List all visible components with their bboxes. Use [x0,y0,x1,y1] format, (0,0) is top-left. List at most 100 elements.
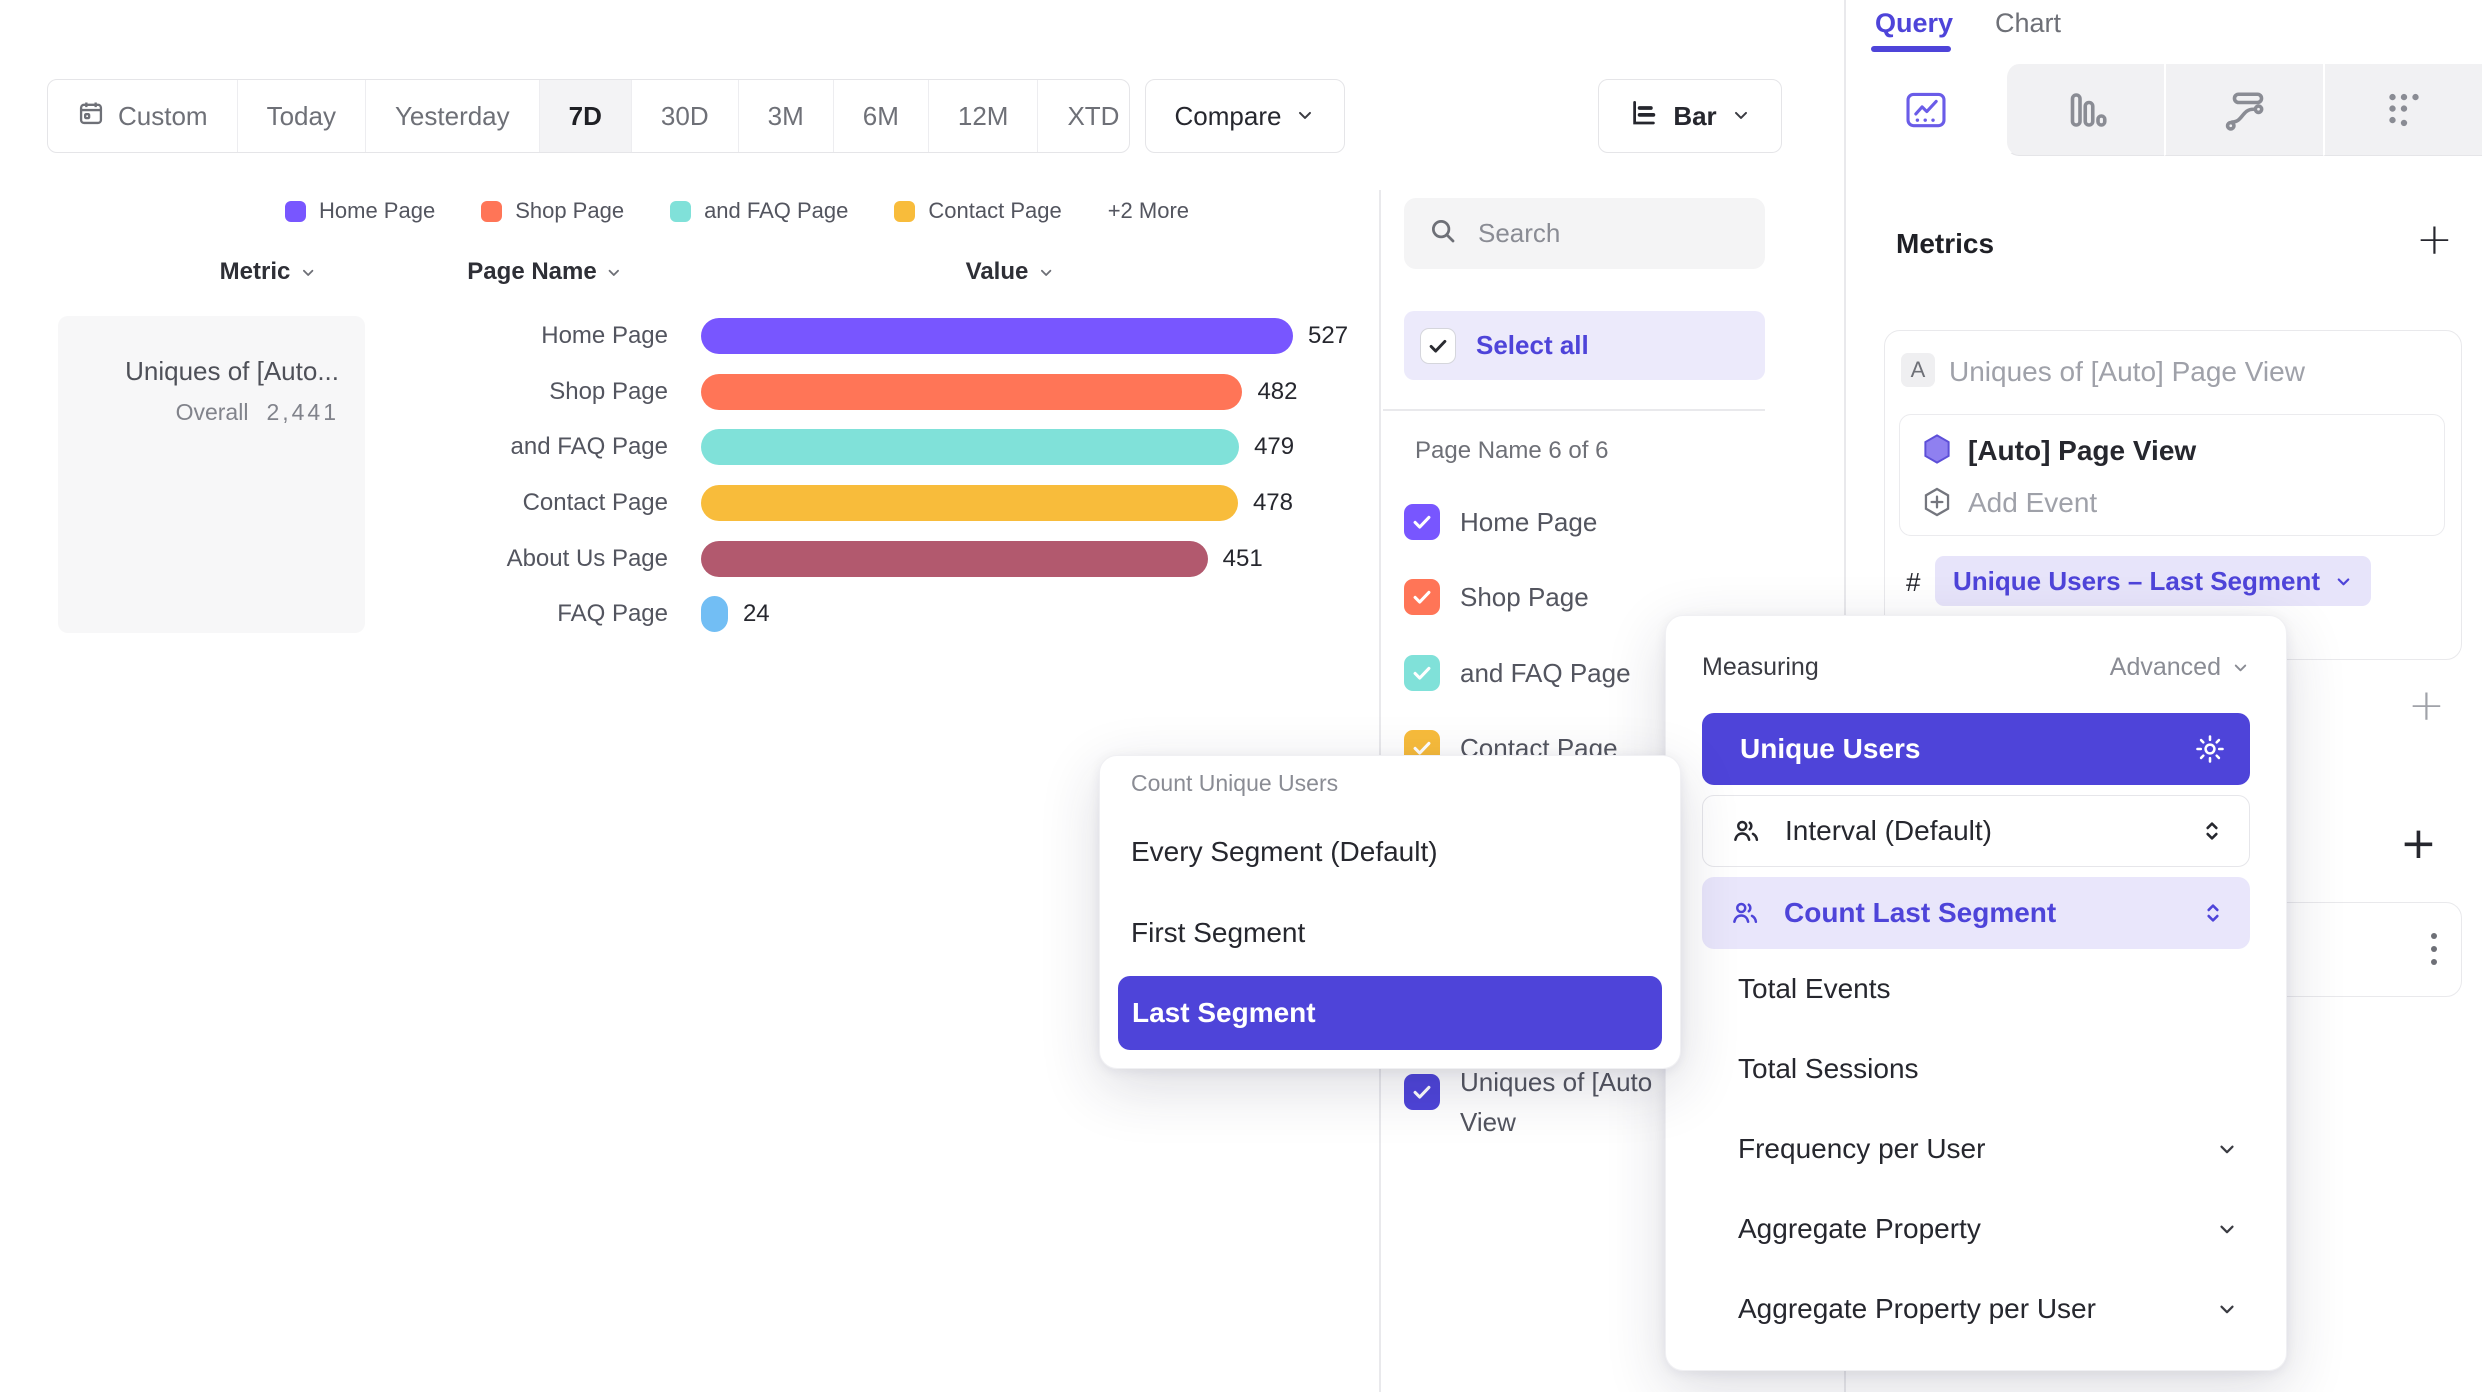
value-bar[interactable] [701,318,1293,354]
search-icon [1428,216,1458,251]
tab-retention[interactable] [2323,64,2482,156]
flows-icon [2221,86,2269,134]
value-bar[interactable] [701,541,1208,577]
menu-item-frequency-per-user[interactable]: Frequency per User [1702,1109,2250,1189]
row-page-name: Shop Page [300,378,668,406]
add-metric-button[interactable]: + [2416,222,2453,258]
legend-more[interactable]: +2 More [1108,198,1189,224]
chart-type-dropdown[interactable]: Bar [1598,79,1782,153]
chevron-down-icon [1295,101,1315,132]
tab-flows[interactable] [2164,64,2323,156]
stepper-icon [2200,900,2226,926]
menu-item-total-events[interactable]: Total Events [1702,949,2250,1029]
metric-card-title: Uniques of [Auto] Page View [1949,356,2305,388]
row-page-name: Home Page [300,322,668,350]
measure-dropdown[interactable]: Unique Users – Last Segment [1935,556,2371,606]
insights-report-page: { "colors": { "accent": "#4E44D9", "acce… [0,0,2482,1392]
users-icon [1731,816,1761,846]
legend-item[interactable]: Shop Page [481,198,624,224]
row-value: 451 [1223,545,1263,573]
menu-item-every-segment[interactable]: Every Segment (Default) [1131,836,1438,868]
menu-item-aggregate-property[interactable]: Aggregate Property [1702,1189,2250,1269]
segment-menu-title: Count Unique Users [1131,770,1338,797]
row-value: 482 [1257,378,1297,406]
legend-item[interactable]: and FAQ Page [670,198,848,224]
hexagon-event-icon [1920,432,1954,471]
date-range-button-3m[interactable]: 3M [739,80,834,152]
tab-query[interactable]: Query [1875,8,1953,39]
metric-card[interactable]: A Uniques of [Auto] Page View [Auto] Pag… [1884,330,2462,660]
measuring-title: Measuring [1702,653,1819,682]
menu-item-total-sessions[interactable]: Total Sessions [1702,1029,2250,1109]
select-all-checkbox[interactable] [1420,328,1456,364]
date-range-button-6m[interactable]: 6M [834,80,929,152]
menu-item-unique-users-selected[interactable]: Unique Users [1702,713,2250,785]
column-header-value[interactable]: Value [966,258,1055,286]
date-range-button-12m[interactable]: 12M [929,80,1039,152]
date-range-button-7d[interactable]: 7D [540,80,632,152]
gear-icon[interactable] [2194,733,2226,765]
segment-item-and-faq-page[interactable]: and FAQ Page [1404,655,1631,691]
legend-item[interactable]: Contact Page [894,198,1061,224]
table-row: About Us Page 451 [0,541,1370,577]
add-breakdown-button[interactable]: + [2400,826,2437,862]
table-row: Home Page 527 [0,318,1370,354]
column-header-metric[interactable]: Metric [220,258,317,286]
chevron-down-icon [2216,1298,2238,1320]
checkbox-checked[interactable] [1404,504,1440,540]
list-divider [1383,409,1765,411]
check-icon [1427,335,1449,357]
date-range-button-xtd[interactable]: XTD [1038,80,1130,152]
date-range-button-today[interactable]: Today [238,80,366,152]
users-icon [1730,898,1760,928]
search-input[interactable] [1476,217,1730,250]
compare-button[interactable]: Compare [1145,79,1345,153]
menu-item-aggregate-property-per-user[interactable]: Aggregate Property per User [1702,1269,2250,1349]
menu-item-last-segment-selected[interactable]: Last Segment [1118,976,1662,1050]
segment-item-shop-page[interactable]: Shop Page [1404,579,1589,615]
row-value: 527 [1308,322,1348,350]
chevron-down-icon [1731,101,1751,132]
segment-search-box[interactable] [1404,198,1765,269]
legend-swatch [894,201,915,222]
legend-item[interactable]: Home Page [285,198,435,224]
metric-badge: A [1901,353,1935,387]
value-bar[interactable] [701,485,1238,521]
checkbox-checked[interactable] [1404,655,1440,691]
table-row: Shop Page 482 [0,374,1370,410]
date-range-button-30d[interactable]: 30D [632,80,739,152]
event-card[interactable]: [Auto] Page View Add Event [1899,414,2445,536]
metric-tile[interactable]: Uniques of [Auto... Overall 2,441 [58,316,365,633]
legend-swatch [670,201,691,222]
tab-insights[interactable] [1846,64,2005,156]
menu-item-interval-default[interactable]: Interval (Default) [1702,795,2250,867]
value-bar[interactable] [701,374,1242,410]
chevron-down-icon [606,264,623,281]
segment-item-metric[interactable]: Uniques of [AutoView [1404,1062,1652,1142]
kebab-menu-icon[interactable] [2431,933,2437,965]
select-all-row[interactable]: Select all [1404,311,1765,380]
menu-item-count-last-segment[interactable]: Count Last Segment [1702,877,2250,949]
checkbox-checked[interactable] [1404,1074,1440,1110]
segment-item-home-page[interactable]: Home Page [1404,504,1597,540]
retention-dots-icon [2381,87,2427,133]
column-header-page-name[interactable]: Page Name [467,258,622,286]
add-filter-button[interactable]: + [2408,688,2445,724]
checkbox-checked[interactable] [1404,579,1440,615]
date-range-button-custom[interactable]: Custom [48,80,238,152]
tab-funnels[interactable] [2005,64,2164,156]
measure-hash-symbol: # [1906,567,1920,598]
date-range-label: Custom [118,101,208,132]
add-event-button[interactable]: Add Event [1968,487,2097,519]
value-bar[interactable] [701,429,1239,465]
value-bar[interactable] [701,596,728,632]
segment-count-menu: Count Unique Users Every Segment (Defaul… [1099,755,1681,1069]
tab-chart[interactable]: Chart [1995,8,2061,39]
date-range-button-yesterday[interactable]: Yesterday [366,80,540,152]
report-type-tabs [1846,64,2482,156]
menu-item-first-segment[interactable]: First Segment [1131,917,1305,949]
advanced-dropdown[interactable]: Advanced [2110,653,2250,682]
compare-label: Compare [1175,101,1282,132]
legend-swatch [481,201,502,222]
check-icon [1411,586,1433,608]
